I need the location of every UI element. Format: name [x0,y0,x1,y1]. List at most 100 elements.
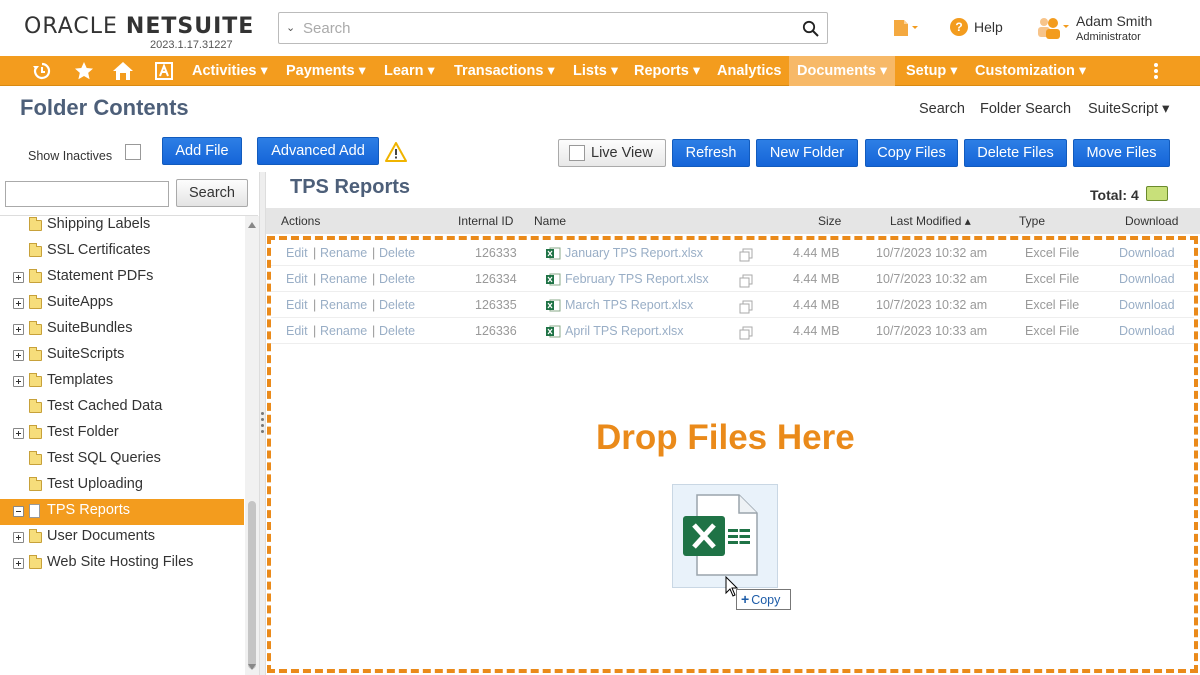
expand-icon[interactable] [13,298,24,309]
tree-item-web-site-hosting-files[interactable]: Web Site Hosting Files [0,551,244,577]
tree-item-label: Test SQL Queries [47,450,161,466]
nav-transactions[interactable]: Transactions ▾ [446,56,563,86]
file-name-link[interactable]: January TPS Report.xlsx [565,246,703,260]
advanced-add-button[interactable]: Advanced Add [257,137,379,165]
rename-link[interactable]: Rename [320,324,367,338]
sidebar-scrollbar[interactable] [245,216,259,675]
nav-customization[interactable]: Customization ▾ [967,56,1094,86]
excel-file-icon [546,273,561,286]
search-icon[interactable] [802,20,819,37]
col-internal-id[interactable]: Internal ID [458,214,513,228]
global-search-input[interactable]: ⌄ Search [278,12,828,44]
file-name-link[interactable]: March TPS Report.xlsx [565,298,693,312]
title-link-search[interactable]: Search [919,101,965,117]
tree-item-templates[interactable]: Templates [0,369,244,395]
expand-icon[interactable] [13,324,24,335]
nav-activities[interactable]: Activities ▾ [184,56,276,86]
col-size[interactable]: Size [818,214,841,228]
tree-item-suitebundles[interactable]: SuiteBundles [0,317,244,343]
download-link[interactable]: Download [1119,298,1175,312]
tree-item-tps-reports[interactable]: TPS Reports [0,499,244,525]
scroll-up-icon[interactable] [248,222,256,228]
rename-link[interactable]: Rename [320,246,367,260]
live-view-checkbox[interactable] [569,145,585,161]
nav-lists[interactable]: Lists ▾ [565,56,626,86]
delete-link[interactable]: Delete [379,272,415,286]
expand-icon[interactable] [13,272,24,283]
tree-item-suiteapps[interactable]: SuiteApps [0,291,244,317]
nav-documents[interactable]: Documents ▾ [789,56,896,86]
folder-search-button[interactable]: Search [176,179,248,207]
nav-reports[interactable]: Reports ▾ [626,56,708,86]
recent-icon[interactable] [32,61,52,81]
delete-link[interactable]: Delete [379,324,415,338]
tree-item-shipping-labels[interactable]: Shipping Labels [0,216,244,239]
copy-icon[interactable] [739,326,753,340]
expand-icon[interactable] [13,376,24,387]
col-last-modified[interactable]: Last Modified ▴ [890,214,971,228]
delete-files-button[interactable]: Delete Files [964,139,1067,167]
title-link-folder-search[interactable]: Folder Search [980,101,1071,117]
home-icon[interactable] [112,61,134,81]
tree-item-test-cached-data[interactable]: Test Cached Data [0,395,244,421]
col-type[interactable]: Type [1019,214,1045,228]
edit-link[interactable]: Edit [286,246,308,260]
nav-analytics[interactable]: Analytics [709,56,789,86]
file-name-link[interactable]: April TPS Report.xlsx [565,324,684,338]
download-link[interactable]: Download [1119,246,1175,260]
separator: | [313,246,317,260]
copy-icon[interactable] [739,274,753,288]
add-file-button[interactable]: Add File [162,137,242,165]
chevron-down-icon[interactable]: ⌄ [286,21,295,34]
more-vertical-icon[interactable] [1151,61,1161,81]
refresh-button[interactable]: Refresh [672,139,750,167]
netsuite-logo[interactable]: ORACLE NETSUITE [24,14,254,39]
nav-learn[interactable]: Learn ▾ [376,56,443,86]
export-icon[interactable] [1146,186,1168,201]
edit-link[interactable]: Edit [286,324,308,338]
expand-icon[interactable] [13,350,24,361]
move-files-button[interactable]: Move Files [1073,139,1170,167]
edit-link[interactable]: Edit [286,272,308,286]
tree-item-label: SSL Certificates [47,242,151,258]
user-role-icon[interactable] [1036,16,1070,40]
rename-link[interactable]: Rename [320,298,367,312]
copy-files-button[interactable]: Copy Files [865,139,958,167]
tree-item-suitescripts[interactable]: SuiteScripts [0,343,244,369]
download-link[interactable]: Download [1119,324,1175,338]
rename-link[interactable]: Rename [320,272,367,286]
show-inactives-checkbox[interactable] [125,144,141,160]
delete-link[interactable]: Delete [379,298,415,312]
nav-setup[interactable]: Setup ▾ [898,56,966,86]
star-icon[interactable] [74,61,94,81]
file-name-link[interactable]: February TPS Report.xlsx [565,272,709,286]
title-link-suitescript[interactable]: SuiteScript ▾ [1088,101,1169,117]
edit-link[interactable]: Edit [286,298,308,312]
help-link[interactable]: ? Help [950,18,1003,36]
tree-item-test-sql-queries[interactable]: Test SQL Queries [0,447,244,473]
nav-payments[interactable]: Payments ▾ [278,56,374,86]
scrollbar-thumb[interactable] [248,501,256,669]
ai-icon[interactable] [154,61,174,81]
copy-icon[interactable] [739,300,753,314]
expand-icon[interactable] [13,532,24,543]
resize-grip-icon[interactable] [261,412,264,438]
new-folder-button[interactable]: New Folder [756,139,858,167]
tree-item-statement-pdfs[interactable]: Statement PDFs [0,265,244,291]
download-link[interactable]: Download [1119,272,1175,286]
expand-icon[interactable] [13,428,24,439]
copy-icon[interactable] [739,248,753,262]
expand-icon[interactable] [13,558,24,569]
delete-link[interactable]: Delete [379,246,415,260]
tree-item-test-folder[interactable]: Test Folder [0,421,244,447]
col-name[interactable]: Name [534,214,566,228]
tree-item-ssl-certificates[interactable]: SSL Certificates [0,239,244,265]
collapse-icon[interactable] [13,506,24,517]
tree-item-test-uploading[interactable]: Test Uploading [0,473,244,499]
scroll-down-icon[interactable] [248,664,256,670]
user-menu[interactable]: Adam Smith Administrator [1076,13,1152,43]
folder-search-input[interactable] [5,181,169,207]
tree-item-user-documents[interactable]: User Documents [0,525,244,551]
recent-records-icon[interactable] [892,18,920,38]
live-view-button[interactable]: Live View [558,139,666,167]
